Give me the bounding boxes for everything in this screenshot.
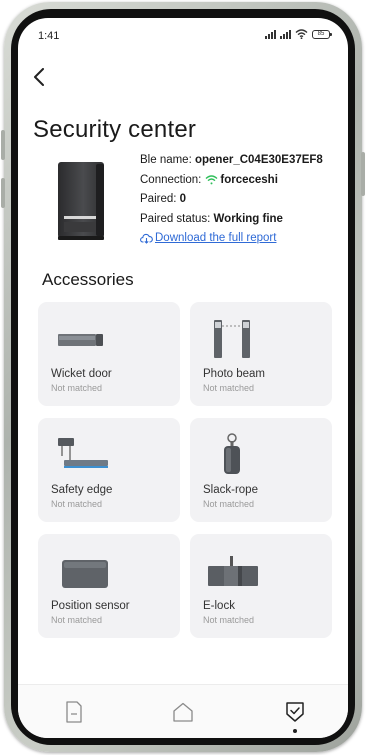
connection-label: Connection: (140, 173, 202, 186)
accessory-status: Not matched (203, 615, 255, 625)
accessory-card-wicket-door[interactable]: Wicket door Not matched (38, 302, 180, 406)
ble-name-value: opener_C04E30E37EF8 (194, 154, 323, 166)
accessory-status: Not matched (203, 499, 255, 509)
chevron-left-icon (34, 68, 44, 86)
accessory-status: Not matched (51, 499, 103, 509)
page-title: Security center (33, 116, 197, 143)
accessory-name: E-lock (203, 600, 235, 612)
cloud-download-icon (140, 234, 153, 245)
back-button[interactable] (28, 64, 50, 90)
active-nav-indicator (293, 729, 297, 733)
paired-status-value: Working fine (213, 212, 283, 225)
wifi-icon (295, 29, 308, 39)
position-sensor-icon (62, 560, 108, 588)
home-icon (173, 702, 193, 722)
status-icons: 85 (265, 29, 332, 39)
side-button (361, 152, 365, 196)
accessory-card-e-lock[interactable]: E-lock Not matched (190, 534, 332, 638)
nav-item-home[interactable] (168, 697, 198, 727)
document-icon (66, 701, 82, 723)
accessory-card-safety-edge[interactable]: Safety edge Not matched (38, 418, 180, 522)
download-report-link[interactable]: Download the full report (140, 229, 323, 249)
paired-value: 0 (179, 193, 187, 205)
shield-check-icon (286, 702, 304, 722)
ble-name-label: Ble name: (140, 154, 192, 166)
connection-value: forceceshi (220, 173, 278, 186)
side-button (1, 178, 5, 208)
status-time: 1:41 (38, 30, 60, 42)
slack-rope-icon (224, 433, 240, 474)
accessory-name: Position sensor (51, 600, 130, 612)
accessory-status: Not matched (51, 615, 103, 625)
photo-beam-icon (214, 320, 250, 358)
accessory-status: Not matched (51, 383, 103, 393)
app-screen: 1:41 85 Security center Ble name: opener… (18, 18, 348, 738)
paired-label: Paired: (140, 193, 177, 205)
nav-item-security[interactable] (280, 697, 310, 727)
e-lock-icon (208, 556, 258, 586)
bottom-nav (18, 684, 348, 738)
opener-device-image (58, 162, 104, 240)
safety-edge-icon (58, 438, 108, 468)
paired-status-label: Paired status: (140, 212, 211, 225)
nav-item-documents[interactable] (59, 697, 89, 727)
accessory-card-slack-rope[interactable]: Slack-rope Not matched (190, 418, 332, 522)
wifi-icon (205, 175, 218, 185)
accessories-title: Accessories (42, 270, 134, 289)
download-report-label: Download the full report (155, 232, 277, 244)
status-bar: 1:41 85 (18, 18, 348, 52)
signal-icon (265, 29, 276, 39)
accessory-card-position-sensor[interactable]: Position sensor Not matched (38, 534, 180, 638)
signal-icon (280, 29, 291, 39)
wicket-door-icon (58, 334, 103, 346)
accessory-name: Safety edge (51, 484, 113, 496)
accessory-card-photo-beam[interactable]: Photo beam Not matched (190, 302, 332, 406)
accessory-name: Wicket door (51, 368, 112, 380)
accessory-status: Not matched (203, 383, 255, 393)
accessory-name: Slack-rope (203, 484, 258, 496)
connection-row: Connection: forceceshi (140, 171, 323, 191)
device-info: Ble name: opener_C04E30E37EF8 Connection… (140, 151, 323, 249)
ble-name-row: Ble name: opener_C04E30E37EF8 (140, 151, 323, 171)
paired-status-row: Paired status: Working fine (140, 210, 323, 230)
battery-icon: 85 (312, 29, 332, 39)
side-button (1, 130, 5, 160)
paired-row: Paired: 0 (140, 190, 323, 210)
accessory-name: Photo beam (203, 368, 266, 380)
